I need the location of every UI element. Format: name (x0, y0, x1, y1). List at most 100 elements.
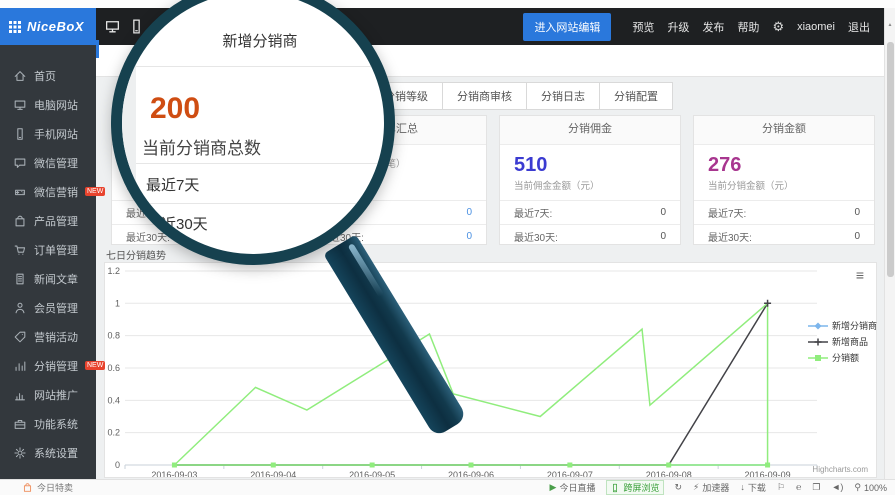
shopping-bag-icon (22, 482, 33, 493)
taskbar-booster[interactable]: ⚡加速器 (693, 481, 729, 494)
username[interactable]: xiaomei (797, 21, 835, 33)
sidebar-item-营销活动[interactable]: 营销活动 (0, 322, 96, 351)
magnified-row-7days: 最近7天 (146, 174, 199, 195)
taskbar-item-label: 跨屏浏览 (623, 481, 659, 494)
sidebar-item-会员管理[interactable]: 会员管理 (0, 293, 96, 322)
sidebar-item-label: 微信营销 (34, 184, 78, 200)
sidebar-item-订单管理[interactable]: 订单管理 (0, 235, 96, 264)
taskbar-cross-screen-browse[interactable]: 跨屏浏览 (606, 480, 663, 495)
legend-label: 新增商品 (832, 335, 868, 348)
sidebar-item-label: 营销活动 (34, 329, 78, 345)
taskbar-speaker[interactable]: ◄) (831, 483, 843, 492)
sidebar-item-产品管理[interactable]: 产品管理 (0, 206, 96, 235)
svg-text:2016-09-05: 2016-09-05 (349, 470, 395, 477)
taskbar-live-play[interactable]: ▶今日直播 (550, 481, 596, 494)
sidebar-item-label: 首页 (34, 68, 56, 84)
pc-view-icon[interactable] (104, 18, 121, 35)
sidebar-item-新闻文章[interactable]: 新闻文章 (0, 264, 96, 293)
card-row-value: 0 (854, 231, 860, 242)
navbar-link-0[interactable]: 预览 (632, 19, 654, 35)
card-title: 分销佣金 (500, 116, 680, 145)
legend-label: 新增分销商 (832, 319, 877, 332)
new-badge: NEW (85, 361, 105, 370)
svg-text:0.2: 0.2 (107, 428, 120, 438)
grid-icon (9, 21, 21, 33)
settings-gear-icon[interactable]: ⚙ (772, 19, 784, 35)
highcharts-credit-link[interactable]: Highcharts.com (812, 465, 868, 474)
taskbar-item-label: 加速器 (702, 481, 729, 494)
browser-icon: ℮ (796, 483, 801, 492)
taskbar-browser[interactable]: ℮ (796, 483, 801, 492)
legend-item-分销额[interactable]: 分销额 (808, 351, 877, 364)
sidebar-item-label: 会员管理 (34, 300, 78, 316)
legend-item-新增分销商[interactable]: 新增分销商 (808, 319, 877, 332)
logo-text: NiceBoX (27, 19, 84, 34)
svg-text:2016-09-09: 2016-09-09 (745, 470, 791, 477)
sidebar-item-分销管理[interactable]: 分销管理NEW (0, 351, 96, 380)
svg-text:1: 1 (115, 298, 120, 308)
sidebar-item-功能系统[interactable]: 功能系统 (0, 409, 96, 438)
card-row: 最近30天:0 (500, 224, 680, 248)
pinwheel-icon: ↻ (675, 483, 683, 492)
bars-icon (13, 388, 27, 402)
rocket-icon: ⚡ (693, 483, 699, 492)
magnified-row-30days: 最近30天 (146, 213, 208, 234)
legend-item-新增商品[interactable]: 新增商品 (808, 335, 877, 348)
sidebar-item-label: 分销管理 (34, 358, 78, 374)
taskbar-zoom-level[interactable]: ⚲100% (854, 483, 887, 493)
zoom-icon: ⚲ (854, 483, 861, 492)
tab-分销商审核[interactable]: 分销商审核 (442, 82, 527, 110)
tab-分销配置[interactable]: 分销配置 (599, 82, 673, 110)
sidebar-item-手机网站[interactable]: 手机网站 (0, 119, 96, 148)
tab-分销日志[interactable]: 分销日志 (526, 82, 600, 110)
chart-title: 七日分销趋势 (106, 247, 166, 262)
card-number: 510 (514, 154, 666, 176)
navbar-link-2[interactable]: 发布 (702, 19, 724, 35)
scrollbar-thumb[interactable] (887, 42, 894, 277)
taskbar-today-sale[interactable]: 今日特卖 (0, 481, 73, 494)
svg-text:0.4: 0.4 (107, 395, 120, 405)
svg-text:2016-09-04: 2016-09-04 (250, 470, 296, 477)
card-row: 最近30天: 0 (694, 224, 874, 248)
sidebar-item-系统设置[interactable]: 系统设置 (0, 438, 96, 467)
card-row-label: 最近7天: (708, 205, 746, 220)
card-title: 分销金额 (694, 116, 874, 145)
taskbar-item-label: 下载 (748, 481, 766, 494)
home-icon (13, 69, 27, 83)
logout-link[interactable]: 退出 (848, 19, 870, 35)
navbar-link-1[interactable]: 升级 (667, 19, 689, 35)
trend-line-chart: 00.20.40.60.811.22016-09-032016-09-04201… (105, 263, 876, 477)
sidebar-item-微信管理[interactable]: 微信管理 (0, 148, 96, 177)
scroll-up-icon[interactable]: ▲ (885, 22, 895, 28)
svg-text:2016-09-08: 2016-09-08 (646, 470, 692, 477)
navbar-link-3[interactable]: 帮助 (737, 19, 759, 35)
taskbar-window[interactable]: ❐ (812, 483, 820, 492)
card-分销金额: 分销金额276当前分销金额（元）最近7天:0最近30天:0 (693, 115, 875, 245)
vertical-scrollbar[interactable]: ▲ (884, 8, 895, 479)
enter-site-edit-button[interactable]: 进入网站编辑 (523, 13, 611, 41)
logo[interactable]: NiceBoX (0, 8, 96, 45)
gamepad-icon (13, 185, 27, 199)
taskbar-flag[interactable]: ⚐ (777, 483, 785, 492)
sidebar: 首页电脑网站手机网站微信管理微信营销NEW产品管理订单管理新闻文章会员管理营销活… (0, 45, 96, 479)
sidebar-item-电脑网站[interactable]: 电脑网站 (0, 90, 96, 119)
chart-menu-button[interactable]: ≡ (856, 268, 864, 282)
taskbar-download[interactable]: ↓下载 (740, 481, 766, 494)
taskbar-item-label: 今日直播 (559, 481, 595, 494)
navbar-actions: 进入网站编辑 预览升级发布帮助 ⚙ xiaomei 退出 (523, 8, 870, 45)
svg-text:0.6: 0.6 (107, 363, 120, 373)
download-icon: ↓ (740, 483, 745, 492)
tag-icon (13, 330, 27, 344)
card-row-value: 0 (660, 207, 666, 218)
gear-icon (13, 446, 27, 460)
svg-text:0.8: 0.8 (107, 331, 120, 341)
flag-icon: ⚐ (777, 483, 785, 492)
sidebar-item-网站推广[interactable]: 网站推广 (0, 380, 96, 409)
taskbar-pinwheel[interactable]: ↻ (675, 483, 683, 492)
card-row-label: 最近30天: (708, 229, 752, 244)
sidebar-item-微信营销[interactable]: 微信营销NEW (0, 177, 96, 206)
doc-icon (13, 272, 27, 286)
sidebar-item-首页[interactable]: 首页 (0, 61, 96, 90)
card-row: 最近7天:0 (500, 200, 680, 224)
chart-panel: 00.20.40.60.811.22016-09-032016-09-04201… (104, 262, 877, 478)
